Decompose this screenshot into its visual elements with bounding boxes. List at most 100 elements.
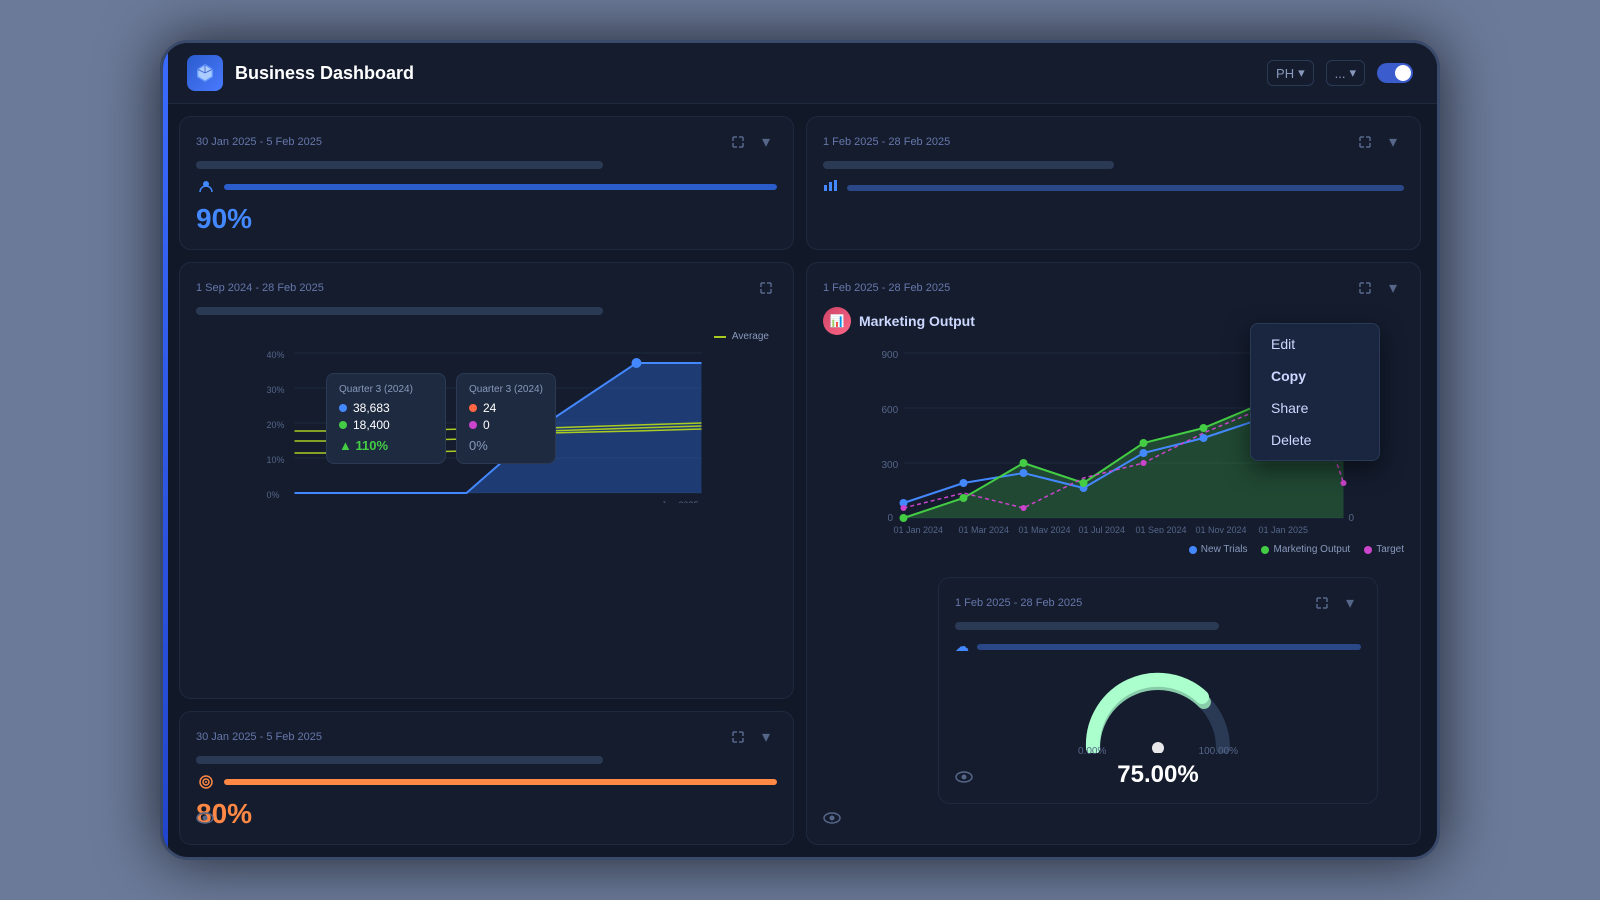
cloud-icon: ☁ bbox=[955, 638, 969, 655]
svg-text:40%: 40% bbox=[267, 350, 285, 360]
tooltip-2-row2: 0 bbox=[469, 418, 543, 432]
gauge-value: 75.00% bbox=[1117, 761, 1198, 789]
card-bottom-left: 30 Jan 2025 - 5 Feb 2025 ▾ bbox=[179, 711, 794, 845]
expand-icon-main[interactable] bbox=[755, 277, 777, 299]
tooltip-2-row1: 24 bbox=[469, 401, 543, 415]
marketing-title: Marketing Output bbox=[859, 313, 975, 329]
dropdown-icon-bl[interactable]: ▾ bbox=[755, 726, 777, 748]
card-controls-main-chart bbox=[755, 277, 777, 299]
tooltip-1-title: Quarter 3 (2024) bbox=[339, 384, 433, 395]
svg-text:01 Mar 2024: 01 Mar 2024 bbox=[959, 525, 1010, 533]
card-icon-area-tr bbox=[823, 177, 1404, 198]
card-header-main-chart: 1 Sep 2024 - 28 Feb 2025 bbox=[196, 277, 777, 299]
page-title: Business Dashboard bbox=[235, 63, 1267, 84]
gauge-title-bar bbox=[955, 622, 1219, 630]
expand-icon-tl[interactable] bbox=[727, 131, 749, 153]
dropdown-icon-marketing[interactable]: ▾ bbox=[1382, 277, 1404, 299]
bar-chart-icon bbox=[823, 177, 839, 198]
card-header-tr: 1 Feb 2025 - 28 Feb 2025 ▾ bbox=[823, 131, 1404, 153]
context-menu: Edit Copy Share Delete bbox=[1250, 323, 1380, 461]
chart-legend-average: Average bbox=[714, 331, 769, 342]
legend-dot-blue bbox=[1189, 546, 1197, 554]
legend-line-average bbox=[714, 336, 726, 338]
expand-icon-gauge[interactable] bbox=[1311, 592, 1333, 614]
gauge-max-label: 100.00% bbox=[1199, 746, 1238, 757]
dropdown-icon-tl[interactable]: ▾ bbox=[755, 131, 777, 153]
card-title-bar-bl bbox=[196, 756, 603, 764]
context-menu-delete[interactable]: Delete bbox=[1251, 424, 1379, 456]
dropdown-icon-gauge[interactable]: ▾ bbox=[1339, 592, 1361, 614]
expand-icon-marketing[interactable] bbox=[1354, 277, 1376, 299]
user-icon bbox=[196, 177, 216, 197]
metric-row-tl bbox=[196, 177, 777, 197]
tooltip-1-val1: 38,683 bbox=[353, 401, 390, 415]
dropdown-icon-tr[interactable]: ▾ bbox=[1382, 131, 1404, 153]
gauge-card-date: 1 Feb 2025 - 28 Feb 2025 bbox=[955, 597, 1082, 609]
card-title-bar-tr bbox=[823, 161, 1114, 169]
context-menu-edit[interactable]: Edit bbox=[1251, 328, 1379, 360]
card-gauge-panel: 1 Feb 2025 - 28 Feb 2025 ▾ ☁ bbox=[938, 577, 1378, 804]
card-header-top-left: 30 Jan 2025 - 5 Feb 2025 ▾ bbox=[196, 131, 777, 153]
card-date-top-left: 30 Jan 2025 - 5 Feb 2025 bbox=[196, 136, 322, 148]
svg-text:900: 900 bbox=[882, 350, 899, 361]
arrow-up-icon: ▲ bbox=[339, 438, 355, 453]
view-btn-label: PH bbox=[1276, 66, 1294, 81]
context-menu-copy[interactable]: Copy bbox=[1251, 360, 1379, 392]
svg-text:30%: 30% bbox=[267, 385, 285, 395]
tooltip-1-row1: 38,683 bbox=[339, 401, 433, 415]
legend-label-marketing-output: Marketing Output bbox=[1273, 544, 1350, 555]
legend-new-trials: New Trials bbox=[1189, 544, 1248, 555]
chevron-down-icon-2: ▾ bbox=[1349, 65, 1356, 81]
svg-text:Jan 2025: Jan 2025 bbox=[662, 500, 699, 503]
legend-dot-green bbox=[1261, 546, 1269, 554]
gauge-svg-container: 0.00% 100.00% bbox=[1078, 663, 1238, 753]
tooltip-2-val2: 0 bbox=[483, 418, 490, 432]
theme-toggle[interactable] bbox=[1377, 63, 1413, 83]
tooltip-dot-orange bbox=[469, 404, 477, 412]
marketing-icon: 📊 bbox=[823, 307, 851, 335]
expand-icon-bl[interactable] bbox=[727, 726, 749, 748]
svg-text:01 Jan 2024: 01 Jan 2024 bbox=[894, 525, 944, 533]
marketing-legend: New Trials Marketing Output Target bbox=[823, 544, 1404, 555]
gauge-svg bbox=[1078, 663, 1238, 753]
card-date-bl: 30 Jan 2025 - 5 Feb 2025 bbox=[196, 731, 322, 743]
tooltip-1-row2: 18,400 bbox=[339, 418, 433, 432]
context-menu-share[interactable]: Share bbox=[1251, 392, 1379, 424]
card-date-tr: 1 Feb 2025 - 28 Feb 2025 bbox=[823, 136, 950, 148]
legend-label-target: Target bbox=[1376, 544, 1404, 555]
view-selector-btn[interactable]: PH ▾ bbox=[1267, 60, 1314, 86]
card-date-main-chart: 1 Sep 2024 - 28 Feb 2025 bbox=[196, 282, 324, 294]
svg-text:20%: 20% bbox=[267, 420, 285, 430]
card-date-marketing: 1 Feb 2025 - 28 Feb 2025 bbox=[823, 282, 950, 294]
card-controls-bl: ▾ bbox=[727, 726, 777, 748]
metric-value-bl: 80% bbox=[196, 798, 777, 830]
card-top-left: 30 Jan 2025 - 5 Feb 2025 ▾ bbox=[179, 116, 794, 250]
header-controls: PH ▾ ... ▾ bbox=[1267, 60, 1413, 86]
metric-bar-tl bbox=[224, 184, 777, 190]
legend-dot-purple bbox=[1364, 546, 1372, 554]
chart-title-bar bbox=[196, 307, 603, 315]
tooltip-2-val1: 24 bbox=[483, 401, 496, 415]
tooltip-1-change: ▲ 110% bbox=[339, 438, 433, 453]
eye-icon-marketing[interactable] bbox=[823, 809, 841, 832]
main-chart-area: 0% 10% 20% 30% 40% bbox=[196, 323, 777, 503]
tooltip-2-change: 0% bbox=[469, 438, 543, 453]
eye-icon-gauge[interactable] bbox=[955, 768, 973, 791]
svg-text:600: 600 bbox=[882, 405, 899, 416]
more-options-btn[interactable]: ... ▾ bbox=[1326, 60, 1365, 86]
svg-text:01 Jan 2025: 01 Jan 2025 bbox=[1259, 525, 1309, 533]
card-header-marketing: 1 Feb 2025 - 28 Feb 2025 ▾ bbox=[823, 277, 1404, 299]
tooltip-2-title: Quarter 3 (2024) bbox=[469, 384, 543, 395]
svg-text:10%: 10% bbox=[267, 455, 285, 465]
metric-value-tl: 90% bbox=[196, 203, 777, 235]
eye-icon-bl[interactable] bbox=[196, 809, 214, 832]
gauge-labels: 0.00% 100.00% bbox=[1078, 746, 1238, 757]
gauge-min-label: 0.00% bbox=[1078, 746, 1106, 757]
header: Business Dashboard PH ▾ ... ▾ bbox=[163, 43, 1437, 104]
expand-icon-tr[interactable] bbox=[1354, 131, 1376, 153]
gauge-icon-area: ☁ bbox=[955, 638, 1361, 655]
metric-bar-bl bbox=[224, 779, 777, 785]
more-btn-label: ... bbox=[1335, 66, 1346, 81]
svg-text:300: 300 bbox=[882, 460, 899, 471]
svg-text:01 May 2024: 01 May 2024 bbox=[1019, 525, 1071, 533]
